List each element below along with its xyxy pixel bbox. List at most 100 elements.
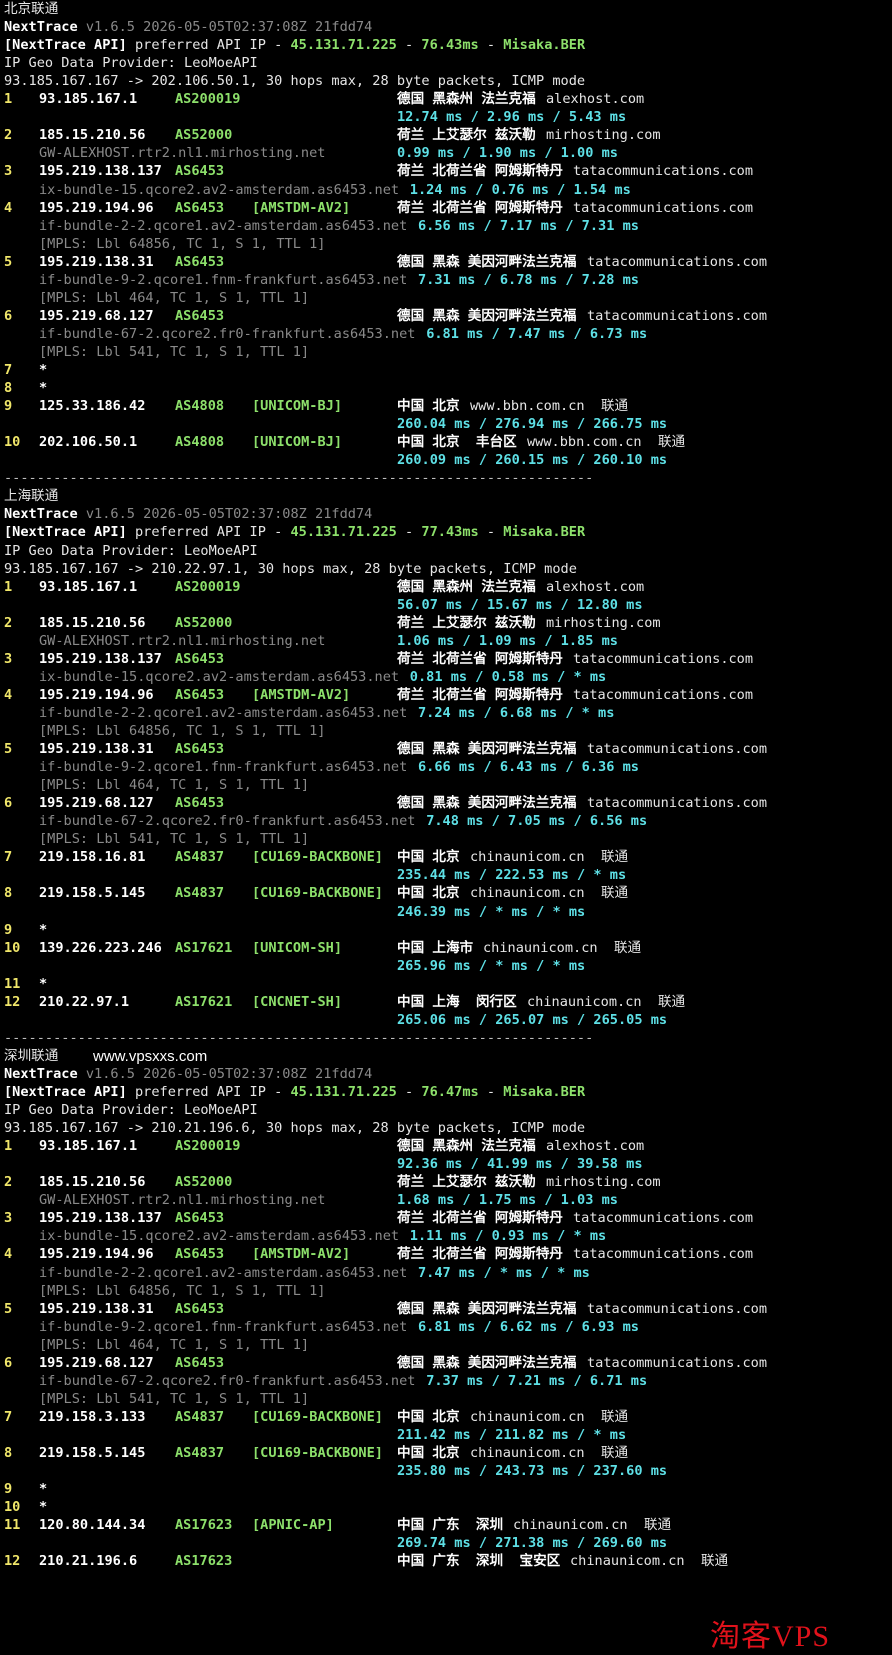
hop-tag: [CU169-BACKBONE] xyxy=(252,1408,383,1425)
hop-number: 6 xyxy=(4,1354,13,1371)
hop-domain: tatacommunications.com xyxy=(573,199,754,216)
section-title: 上海联通 xyxy=(4,487,58,506)
hop-domain: tatacommunications.com xyxy=(573,686,754,703)
hop-mpls: [MPLS: Lbl 541, TC 1, S 1, TTL 1] xyxy=(39,1390,310,1407)
hop-rtt: 6.56 ms / 7.17 ms / 7.31 ms xyxy=(418,217,639,234)
hop-number: 8 xyxy=(4,885,13,902)
hop-rtt: 56.07 ms / 15.67 ms / 12.80 ms xyxy=(397,596,643,613)
hop-ip: 185.15.210.56 xyxy=(39,1174,146,1191)
hop-asn: AS200019 xyxy=(175,91,241,108)
hop-rtt: 265.96 ms / * ms / * ms xyxy=(397,957,586,974)
hop-rtt: 7.48 ms / 7.05 ms / 6.56 ms xyxy=(426,813,648,830)
api-line: [NextTrace API] preferred API IP - 45.13… xyxy=(4,36,585,55)
hop-geo: 荷兰 北荷兰省 阿姆斯特丹 xyxy=(397,686,563,703)
hop-number: 5 xyxy=(4,1300,13,1317)
hop-mpls: [MPLS: Lbl 464, TC 1, S 1, TTL 1] xyxy=(39,289,310,306)
hop-asn: AS6453 xyxy=(175,650,225,667)
api-node: Misaka.BER xyxy=(503,524,586,541)
hop-geo: 德国 黑森 美因河畔法兰克福 xyxy=(397,795,577,812)
hop-rtt: 7.24 ms / 6.68 ms / * ms xyxy=(418,704,615,721)
hop-hostname: ix-bundle-15.qcore2.av2-amsterdam.as6453… xyxy=(39,1228,400,1245)
geo-provider-line: IP Geo Data Provider: LeoMoeAPI xyxy=(4,542,258,561)
hop-rtt: 1.24 ms / 0.76 ms / 1.54 ms xyxy=(409,181,631,198)
hop-tag: [AMSTDM-AV2] xyxy=(252,199,351,216)
tool-name: NextTrace xyxy=(4,1065,78,1082)
hop-domain: www.bbn.com.cn 联通 xyxy=(527,434,686,451)
api-dash: - xyxy=(478,37,504,54)
watermark-brand: 淘客VPS xyxy=(710,1620,831,1653)
hop-domain: chinaunicom.cn 联通 xyxy=(513,1517,672,1534)
hop-asn: AS6453 xyxy=(175,1246,225,1263)
version-line: NextTrace v1.6.5 2026-05-05T02:37:08Z 21… xyxy=(4,505,372,524)
hop-ip: 219.158.5.145 xyxy=(39,1445,146,1461)
hop-rtt: 0.81 ms / 0.58 ms / * ms xyxy=(409,668,607,685)
trace-target: 93.185.167.167 -> 210.22.97.1, 30 hops m… xyxy=(4,560,577,577)
hop-asn: AS52000 xyxy=(175,127,233,144)
hop-asn: AS6453 xyxy=(175,253,225,270)
hop-number: 3 xyxy=(4,1210,13,1227)
hop-rtt: 12.74 ms / 2.96 ms / 5.43 ms xyxy=(397,109,627,126)
hop-geo: 荷兰 上艾瑟尔 兹沃勒 xyxy=(397,1174,536,1191)
hop-domain: chinaunicom.cn 联通 xyxy=(470,1408,629,1425)
hop-ip: 185.15.210.56 xyxy=(39,614,146,631)
hop-geo: 德国 黑森州 法兰克福 xyxy=(397,1138,536,1155)
hop-ip: 93.185.167.1 xyxy=(39,91,138,108)
hop-rtt: 1.11 ms / 0.93 ms / * ms xyxy=(409,1228,607,1245)
hop-mpls: [MPLS: Lbl 541, TC 1, S 1, TTL 1] xyxy=(39,343,310,360)
hop-number: 9 xyxy=(4,921,13,938)
hop-domain: mirhosting.com xyxy=(546,1174,661,1191)
tool-name: NextTrace xyxy=(4,506,78,523)
hop-asn: AS6453 xyxy=(175,1300,225,1317)
hop-domain: tatacommunications.com xyxy=(573,650,754,667)
api-prefix: [NextTrace API] xyxy=(4,1084,127,1100)
hop-ip: 195.219.138.137 xyxy=(39,1210,162,1227)
hop-ip: 125.33.186.42 xyxy=(39,398,146,415)
api-dash: - xyxy=(396,37,422,54)
section-separator: ----------------------------------------… xyxy=(4,1029,593,1048)
section-title: 深圳联通 xyxy=(4,1047,58,1066)
geo-provider-line: IP Geo Data Provider: LeoMoeAPI xyxy=(4,1101,258,1120)
hop-rtt: 235.80 ms / 243.73 ms / 237.60 ms xyxy=(397,1463,668,1480)
hop-domain: alexhost.com xyxy=(546,1138,645,1155)
hop-hostname: GW-ALEXHOST.rtr2.nl1.mirhosting.net xyxy=(39,1192,326,1209)
hop-geo: 荷兰 北荷兰省 阿姆斯特丹 xyxy=(397,163,563,180)
hop-number: 7 xyxy=(4,1408,13,1425)
trace-target: 93.185.167.167 -> 210.21.196.6, 30 hops … xyxy=(4,1120,586,1137)
hop-ip: 195.219.194.96 xyxy=(39,1246,154,1263)
api-node: Misaka.BER xyxy=(503,37,586,54)
hop-rtt: 7.47 ms / * ms / * ms xyxy=(418,1264,590,1281)
hop-hostname: if-bundle-9-2.qcore1.fnm-frankfurt.as645… xyxy=(39,759,408,776)
hop-domain: chinaunicom.cn 联通 xyxy=(470,885,629,902)
api-prefix: [NextTrace API] xyxy=(4,37,127,54)
hop-geo: 荷兰 北荷兰省 阿姆斯特丹 xyxy=(397,1246,563,1263)
section-title-text: 上海联通 xyxy=(4,488,59,505)
hop-mpls: [MPLS: Lbl 64856, TC 1, S 1, TTL 1] xyxy=(39,1282,326,1299)
hop-asn: AS52000 xyxy=(175,614,233,631)
hop-ip: 120.80.144.34 xyxy=(39,1517,146,1534)
target-line: 93.185.167.167 -> 210.21.196.6, 30 hops … xyxy=(4,1119,585,1138)
hop-number: 2 xyxy=(4,614,13,631)
hop-hostname: if-bundle-9-2.qcore1.fnm-frankfurt.as645… xyxy=(39,271,408,288)
hop-ip: 93.185.167.1 xyxy=(39,1138,138,1155)
hop-asn: AS4837 xyxy=(175,849,225,866)
hop-ip: 219.158.16.81 xyxy=(39,849,146,866)
section-title: 北京联通 xyxy=(4,0,58,19)
hop-domain: alexhost.com xyxy=(546,578,645,595)
hop-number: 7 xyxy=(4,849,13,866)
hop-geo: 德国 黑森州 法兰克福 xyxy=(397,91,536,108)
hop-geo: 德国 黑森 美因河畔法兰克福 xyxy=(397,1354,577,1371)
hop-timeout: * xyxy=(39,921,48,938)
hop-asn: AS4808 xyxy=(175,434,225,451)
hop-asn: AS200019 xyxy=(175,578,241,595)
hop-domain: chinaunicom.cn 联通 xyxy=(470,1445,629,1461)
api-dash: - xyxy=(396,524,422,541)
hop-number: 12 xyxy=(4,1553,21,1570)
geo-provider: IP Geo Data Provider: LeoMoeAPI xyxy=(4,542,258,559)
hop-hostname: if-bundle-9-2.qcore1.fnm-frankfurt.as645… xyxy=(39,1318,408,1335)
hop-asn: AS17623 xyxy=(175,1553,233,1570)
api-node: Misaka.BER xyxy=(503,1084,586,1100)
hop-number: 10 xyxy=(4,434,21,451)
hop-number: 6 xyxy=(4,307,13,324)
hop-geo: 德国 黑森 美因河畔法兰克福 xyxy=(397,253,577,270)
hop-tag: [UNICOM-BJ] xyxy=(252,434,343,451)
